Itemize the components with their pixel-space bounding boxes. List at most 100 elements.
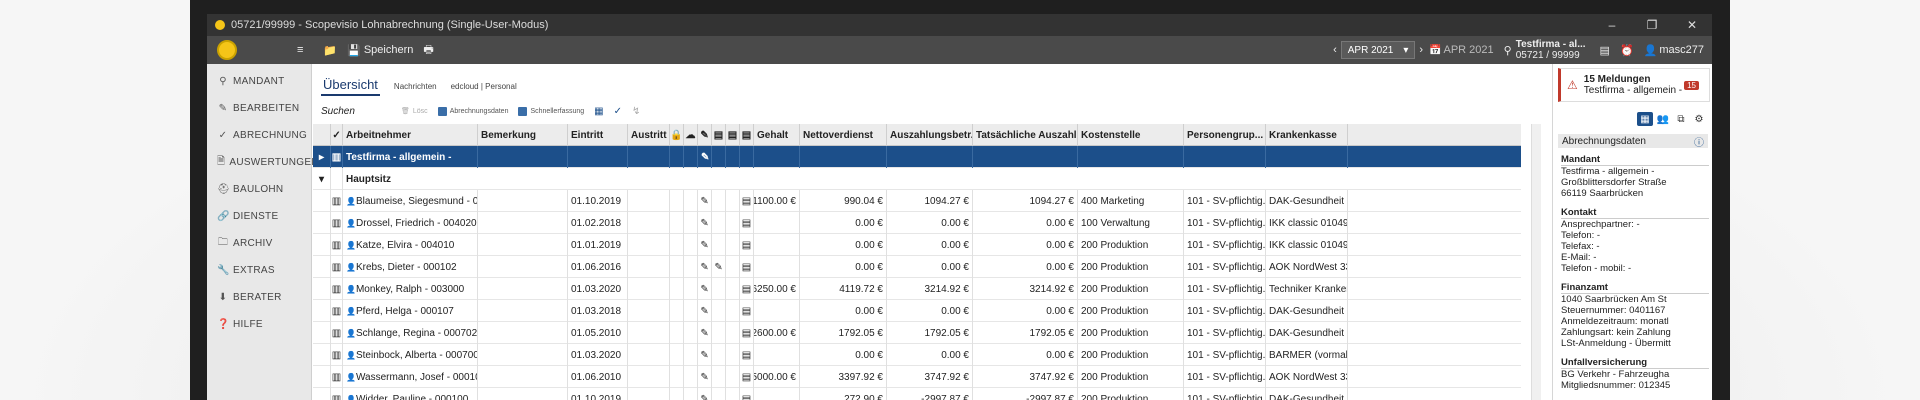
- employee-name[interactable]: 👤 Pferd, Helga - 000107: [343, 300, 478, 322]
- share-icon[interactable]: ⧉: [1673, 112, 1689, 126]
- check-icon[interactable]: ✓: [614, 106, 622, 117]
- employee-name[interactable]: 👤 Wassermann, Josef - 000101: [343, 366, 478, 388]
- chevron-left-icon[interactable]: ‹: [1333, 44, 1337, 56]
- table-row[interactable]: ▥ 👤 Katze, Elvira - 004010 01.01.2019 ✎ ▤ 0.0…: [313, 234, 1521, 256]
- calculator-icon[interactable]: ▦: [1637, 112, 1653, 126]
- document-icon[interactable]: ▤: [740, 278, 754, 300]
- column-header[interactable]: Tatsächliche Auszahlung: [973, 124, 1078, 146]
- company-name[interactable]: Testfirma - al...: [1516, 39, 1586, 50]
- delete-button[interactable]: 🗑 Lösc: [401, 107, 428, 116]
- save-button[interactable]: 💾 Speichern: [347, 44, 413, 57]
- sidebar-item-baulohn[interactable]: ⛑ BAULOHN: [207, 176, 311, 203]
- employee-name[interactable]: 👤 Widder, Pauline - 000100: [343, 388, 478, 400]
- search-input[interactable]: Suchen: [321, 106, 381, 117]
- notification-box[interactable]: ⚠ 15 Meldungen Testfirma - allgemein - 1…: [1558, 68, 1710, 102]
- alarm-icon[interactable]: ⏰: [1620, 44, 1634, 57]
- employee-name[interactable]: 👤 Monkey, Ralph - 003000: [343, 278, 478, 300]
- filter-icon[interactable]: ↯: [632, 106, 640, 117]
- database-icon[interactable]: ▤: [1600, 44, 1610, 57]
- table-row[interactable]: ▥ 👤 Monkey, Ralph - 003000 01.03.2020 ✎ ▤ 625…: [313, 278, 1521, 300]
- employee-name[interactable]: 👤 Katze, Elvira - 004010: [343, 234, 478, 256]
- lock-icon[interactable]: 🔒: [670, 124, 684, 146]
- column-header[interactable]: Nettoverdienst: [800, 124, 887, 146]
- minimize-icon[interactable]: –: [1592, 14, 1632, 36]
- document-icon[interactable]: ▤: [740, 388, 754, 400]
- document-icon[interactable]: ▤: [740, 344, 754, 366]
- vertical-scrollbar[interactable]: [1531, 124, 1541, 400]
- column-header[interactable]: Kostenstelle: [1078, 124, 1184, 146]
- column-header[interactable]: Eintritt: [568, 124, 628, 146]
- calculator-icon[interactable]: ▦: [594, 106, 603, 117]
- employee-name[interactable]: 👤 Steinbock, Alberta - 000700: [343, 344, 478, 366]
- sidebar-item-hilfe[interactable]: ❓ HILFE: [207, 311, 311, 338]
- pencil-icon[interactable]: ✎: [698, 212, 712, 234]
- doc-icon[interactable]: ▤: [726, 124, 740, 146]
- table-row[interactable]: ▥ 👤 Drossel, Friedrich - 004020 01.02.2018…: [313, 212, 1521, 234]
- pencil-icon[interactable]: ✎: [698, 322, 712, 344]
- pencil-icon[interactable]: ✎: [698, 344, 712, 366]
- pencil-icon[interactable]: ✎: [698, 256, 712, 278]
- print-icon[interactable]: 🖶: [423, 41, 433, 60]
- table-row[interactable]: ▥👤 Blaumeise, Siegesmund - 000200 01.10.2…: [313, 190, 1521, 212]
- tab-nachrichten[interactable]: Nachrichten: [394, 82, 437, 96]
- table-row[interactable]: ▥ 👤 Pferd, Helga - 000107 01.03.2018 ✎ ▤ 0.00…: [313, 300, 1521, 322]
- menu-icon[interactable]: ≡: [297, 44, 303, 56]
- sidebar-item-dienste[interactable]: 🔗 DIENSTE: [207, 203, 311, 230]
- pencil-icon[interactable]: ✎: [698, 234, 712, 256]
- sidebar-item-bearbeiten[interactable]: ✎ BEARBEITEN: [207, 95, 311, 122]
- employee-name[interactable]: 👤 Drossel, Friedrich - 004020: [343, 212, 478, 234]
- pencil-icon[interactable]: ✎: [698, 190, 712, 212]
- table-row[interactable]: ▥ 👤 Widder, Pauline - 000100 01.10.2019 ✎ ▤ 2…: [313, 388, 1521, 400]
- pin-icon[interactable]: ✎: [698, 124, 712, 146]
- restore-icon[interactable]: ❐: [1632, 14, 1672, 36]
- document-icon[interactable]: ▤: [740, 322, 754, 344]
- pencil-icon[interactable]: ✎: [698, 366, 712, 388]
- sidebar-item-archiv[interactable]: 🗀 ARCHIV: [207, 230, 311, 257]
- sidebar-item-mandant[interactable]: ⚲ MANDANT: [207, 68, 311, 95]
- employee-name[interactable]: 👤 Blaumeise, Siegesmund - 000200: [343, 190, 478, 212]
- info-icon[interactable]: ⓘ: [1694, 134, 1704, 149]
- close-icon[interactable]: ✕: [1672, 14, 1712, 36]
- document-icon[interactable]: ▤: [740, 190, 754, 212]
- table-row[interactable]: ▥ 👤 Wassermann, Josef - 000101 01.06.2010 ✎…: [313, 366, 1521, 388]
- company-row[interactable]: ▸ ▥ Testfirma - allgemein - ✎: [313, 146, 1521, 168]
- doc-icon[interactable]: ▤: [712, 124, 726, 146]
- column-header[interactable]: Krankenkasse: [1266, 124, 1348, 146]
- expand-icon[interactable]: ▸: [313, 146, 331, 168]
- cloud-icon[interactable]: ☁: [684, 124, 698, 146]
- period-select[interactable]: APR 2021 ▾: [1340, 41, 1416, 59]
- pencil-icon[interactable]: ✎: [698, 300, 712, 322]
- billing-data-button[interactable]: Abrechnungsdaten: [437, 106, 508, 116]
- document-icon[interactable]: ▤: [740, 256, 754, 278]
- column-header[interactable]: Bemerkung: [478, 124, 568, 146]
- pencil-icon[interactable]: ✎: [698, 388, 712, 400]
- column-header[interactable]: Auszahlungsbetr...: [887, 124, 973, 146]
- gear-icon[interactable]: ⚙: [1691, 112, 1707, 126]
- column-header[interactable]: Personengrup...: [1184, 124, 1266, 146]
- document-icon[interactable]: ▤: [740, 300, 754, 322]
- table-row[interactable]: ▥ 👤 Krebs, Dieter - 000102 01.06.2016 ✎ ✎ ▤ 0.…: [313, 256, 1521, 278]
- quick-entry-button[interactable]: Schnellerfassung: [518, 106, 584, 116]
- employee-name[interactable]: 👤 Krebs, Dieter - 000102: [343, 256, 478, 278]
- tab-uebersicht[interactable]: Übersicht: [321, 77, 380, 96]
- chevron-right-icon[interactable]: ›: [1419, 44, 1423, 56]
- table-row[interactable]: ▥ 👤 Schlange, Regina - 000702 01.05.2010 ✎ ▤…: [313, 322, 1521, 344]
- document-icon[interactable]: ▤: [740, 234, 754, 256]
- sidebar-item-auswertungen[interactable]: 🗎 AUSWERTUNGEN: [207, 149, 319, 176]
- calendar-icon[interactable]: 📅: [1429, 45, 1441, 56]
- column-header[interactable]: Arbeitnehmer: [343, 124, 478, 146]
- doc-icon[interactable]: ▤: [740, 124, 754, 146]
- folder-open-icon[interactable]: 📁: [323, 44, 337, 57]
- sidebar-item-abrechnung[interactable]: ✓ ABRECHNUNG: [207, 122, 311, 149]
- column-header[interactable]: Gehalt: [754, 124, 800, 146]
- column-header[interactable]: Austritt: [628, 124, 670, 146]
- tab-edcloud[interactable]: edcloud | Personal: [451, 82, 517, 96]
- table-row[interactable]: ▥ 👤 Steinbock, Alberta - 000700 01.03.2020…: [313, 344, 1521, 366]
- sidebar-item-extras[interactable]: 🔧 EXTRAS: [207, 257, 311, 284]
- employee-name[interactable]: 👤 Schlange, Regina - 000702: [343, 322, 478, 344]
- document-icon[interactable]: ▤: [740, 212, 754, 234]
- people-icon[interactable]: 👥: [1655, 112, 1671, 126]
- group-row[interactable]: ▾ Hauptsitz: [313, 168, 1521, 190]
- collapse-icon[interactable]: ▾: [313, 168, 331, 190]
- pencil-icon[interactable]: ✎: [698, 278, 712, 300]
